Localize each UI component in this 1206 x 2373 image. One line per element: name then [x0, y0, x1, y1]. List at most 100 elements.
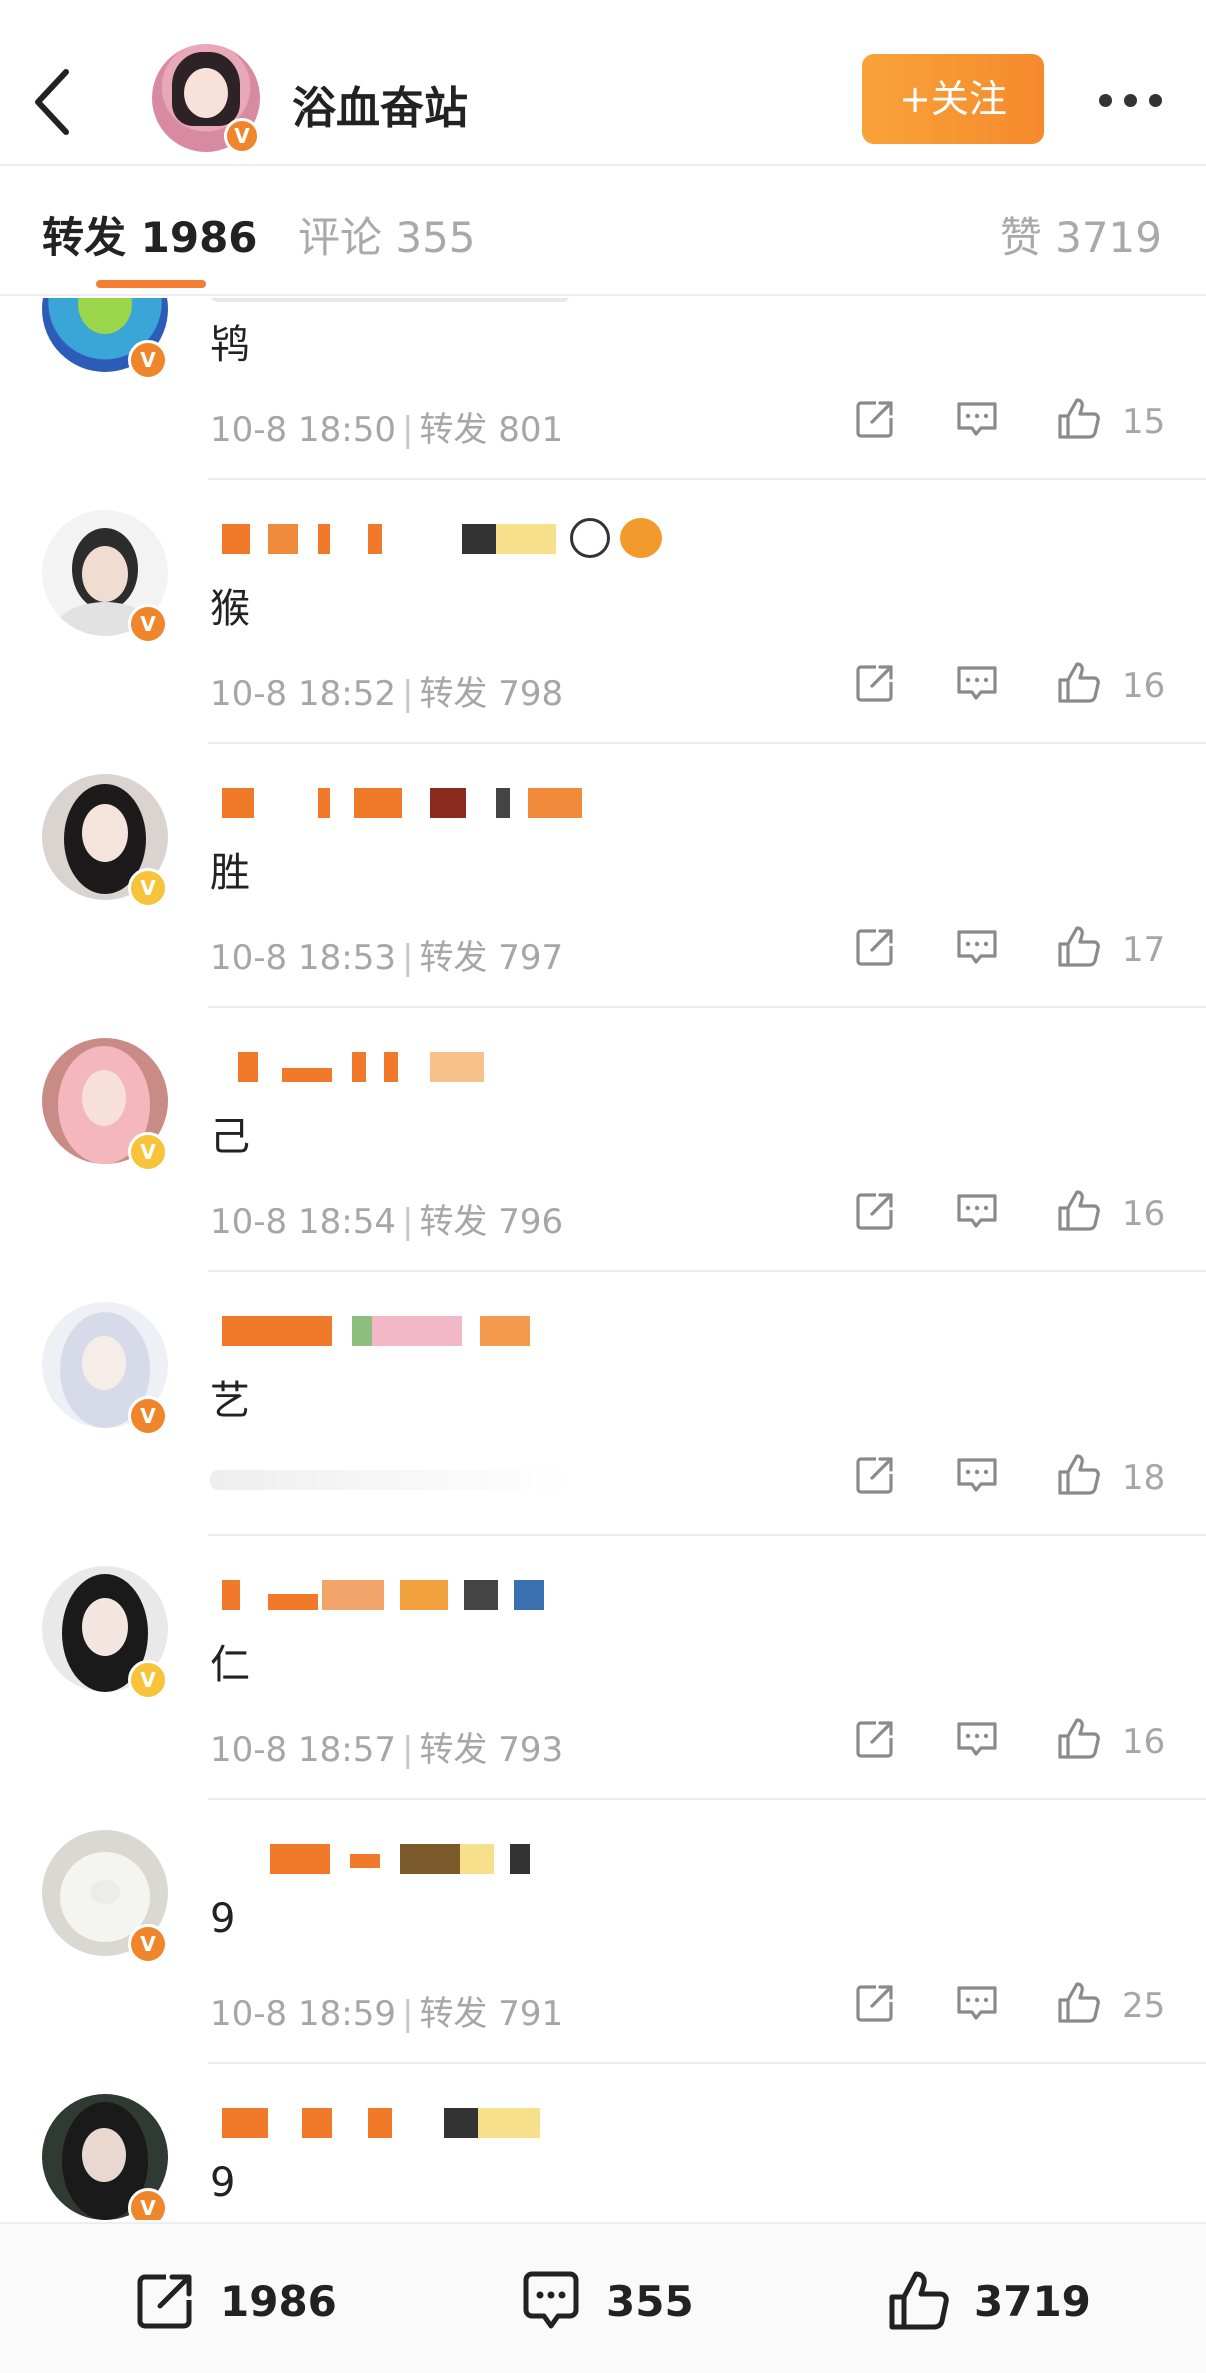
comment-icon[interactable]: [952, 1714, 1002, 1764]
thumbs-up-icon[interactable]: [1054, 1714, 1104, 1764]
repost-content: 胜: [210, 850, 250, 896]
repost-meta-blurred: [210, 1470, 570, 1490]
username-blurred[interactable]: [218, 1052, 718, 1088]
verified-badge-icon: V: [128, 1660, 168, 1700]
repost-content: 鸨: [210, 322, 250, 368]
repost-meta: 10-8 18:54 | 转发 796: [210, 1202, 564, 1242]
list-item[interactable]: V 9 10-8 18:59 | 转发 791 25: [0, 1800, 1206, 2064]
share-icon[interactable]: [850, 1714, 900, 1764]
bottom-repost-button[interactable]: 1986: [130, 2266, 337, 2336]
tab-repost[interactable]: 转发 1986: [42, 204, 258, 265]
thumbs-up-icon: [889, 2271, 949, 2330]
item-actions: 16: [850, 1186, 1180, 1242]
share-icon: [137, 2274, 192, 2329]
repost-meta: 10-8 18:52 | 转发 798: [210, 674, 564, 714]
back-button[interactable]: [30, 62, 80, 142]
verified-badge-icon: V: [128, 1396, 168, 1436]
verified-badge-icon: V: [128, 1924, 168, 1964]
active-tab-indicator: [96, 280, 206, 288]
bottom-comment-button[interactable]: 355: [516, 2266, 694, 2336]
username-blurred[interactable]: [210, 298, 718, 302]
more-options-button[interactable]: [1090, 80, 1170, 120]
post-time: 10-8 18:52: [210, 674, 396, 714]
more-dot: [1148, 93, 1162, 107]
verified-badge-icon: V: [128, 604, 168, 644]
username-blurred[interactable]: [218, 1316, 718, 1352]
comment-icon[interactable]: [952, 394, 1002, 444]
like-count: 15: [1122, 402, 1166, 442]
verified-badge-icon: V: [128, 2188, 168, 2220]
repost-count: 转发 801: [419, 410, 564, 450]
post-time: 10-8 18:50: [210, 410, 396, 450]
repost-count: 转发 798: [419, 674, 564, 714]
item-actions: 25: [850, 1978, 1180, 2034]
share-icon[interactable]: [850, 394, 900, 444]
comment-icon[interactable]: [952, 1186, 1002, 1236]
bottom-like-button[interactable]: 3719: [884, 2266, 1091, 2336]
repost-content: 仁: [210, 1642, 250, 1688]
thumbs-up-icon[interactable]: [1054, 1978, 1104, 2028]
repost-content: 艺: [210, 1378, 250, 1424]
bottom-comment-count: 355: [606, 2276, 694, 2326]
share-icon[interactable]: [850, 922, 900, 972]
item-actions: 16: [850, 658, 1180, 714]
comment-icon[interactable]: [952, 1978, 1002, 2028]
list-item[interactable]: V 9: [0, 2064, 1206, 2220]
list-item[interactable]: V 艺 18: [0, 1272, 1206, 1536]
account-name[interactable]: 浴血奋站: [292, 72, 468, 136]
share-icon[interactable]: [850, 1450, 900, 1500]
like-count: 16: [1122, 1722, 1166, 1762]
comment-icon[interactable]: [952, 922, 1002, 972]
repost-content: 猴: [210, 586, 250, 632]
repost-content: 9: [210, 2160, 236, 2206]
list-item[interactable]: V 鸨 10-8 18:50 | 转发 801 15: [0, 298, 1206, 480]
like-count: 16: [1122, 1194, 1166, 1234]
like-count: 16: [1122, 666, 1166, 706]
username-blurred[interactable]: [218, 518, 718, 560]
repost-list: V 鸨 10-8 18:50 | 转发 801 15 V 猴 10-8 18:5…: [0, 298, 1206, 2220]
repost-count: 转发 797: [419, 938, 564, 978]
repost-count: 转发 793: [419, 1730, 564, 1770]
verified-badge-icon: V: [224, 118, 260, 154]
repost-content: 9: [210, 1896, 236, 1942]
repost-count: 转发 796: [419, 1202, 564, 1242]
thumbs-up-icon[interactable]: [1054, 1450, 1104, 1500]
thumbs-up-icon[interactable]: [1054, 1186, 1104, 1236]
thumbs-up-icon[interactable]: [1054, 922, 1104, 972]
post-time: 10-8 18:53: [210, 938, 396, 978]
username-blurred[interactable]: [218, 2108, 718, 2144]
share-icon[interactable]: [850, 658, 900, 708]
share-icon[interactable]: [850, 1186, 900, 1236]
verified-badge-icon: V: [128, 1132, 168, 1172]
list-item[interactable]: V 猴 10-8 18:52 | 转发 798 16: [0, 480, 1206, 744]
like-count: 17: [1122, 930, 1166, 970]
item-actions: 17: [850, 922, 1180, 978]
comment-icon[interactable]: [952, 658, 1002, 708]
share-icon[interactable]: [850, 1978, 900, 2028]
tab-comment[interactable]: 评论 355: [298, 204, 476, 265]
username-blurred[interactable]: [218, 788, 718, 824]
repost-meta: 10-8 18:53 | 转发 797: [210, 938, 564, 978]
post-time: 10-8 18:59: [210, 1994, 396, 2034]
bottom-repost-count: 1986: [220, 2276, 337, 2326]
username-blurred[interactable]: [218, 1844, 718, 1880]
more-dot: [1123, 93, 1137, 107]
tab-like[interactable]: 赞 3719: [1000, 204, 1162, 265]
item-actions: 16: [850, 1714, 1180, 1770]
list-item[interactable]: V 胜 10-8 18:53 | 转发 797 17: [0, 744, 1206, 1008]
follow-button[interactable]: +关注: [862, 54, 1044, 144]
list-item[interactable]: V 己 10-8 18:54 | 转发 796 16: [0, 1008, 1206, 1272]
repost-meta: 10-8 18:57 | 转发 793: [210, 1730, 564, 1770]
repost-meta: 10-8 18:50 | 转发 801: [210, 410, 564, 450]
thumbs-up-icon[interactable]: [1054, 658, 1104, 708]
comment-icon[interactable]: [952, 1450, 1002, 1500]
more-dot: [1098, 93, 1112, 107]
item-actions: 18: [850, 1450, 1180, 1506]
username-blurred[interactable]: [218, 1580, 718, 1616]
repost-content: 己: [210, 1114, 250, 1160]
thumbs-up-icon[interactable]: [1054, 394, 1104, 444]
tab-bar: 转发 1986 评论 355 赞 3719: [0, 168, 1206, 296]
list-item[interactable]: V 仁 10-8 18:57 | 转发 793 16: [0, 1536, 1206, 1800]
like-count: 18: [1122, 1458, 1166, 1498]
verified-badge-icon: V: [128, 340, 168, 380]
